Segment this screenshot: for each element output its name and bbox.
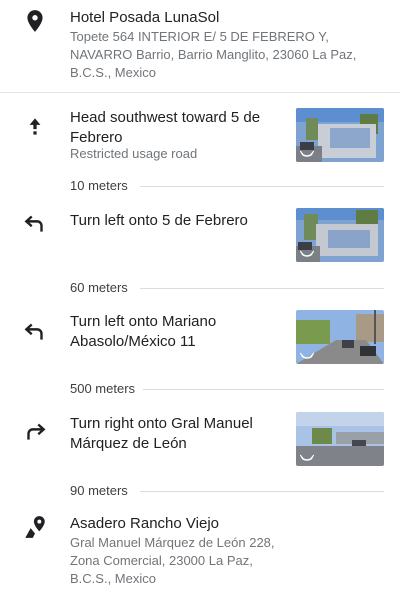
street-view-icon — [300, 352, 314, 359]
origin-item[interactable]: Hotel Posada LunaSol Topete 564 INTERIOR… — [0, 0, 400, 92]
destination-address: Gral Manuel Márquez de León 228, Zona Co… — [70, 535, 275, 586]
step-distance: 90 meters — [70, 483, 136, 499]
destination-item[interactable]: Asadero Rancho Viejo Gral Manuel Márquez… — [0, 508, 400, 598]
step-instruction: Head southwest toward 5 de Febrero — [70, 109, 261, 146]
street-view-thumbnail[interactable] — [296, 208, 384, 262]
street-view-icon — [300, 454, 314, 461]
step-instruction: Turn right onto Gral Manuel Márquez de L… — [70, 415, 253, 452]
turn-left-icon — [24, 323, 43, 340]
direction-step[interactable]: Turn left onto Mariano Abasolo/México 11 — [0, 304, 400, 376]
direction-step[interactable]: Head southwest toward 5 de Febrero Restr… — [0, 100, 400, 172]
distance-line — [140, 491, 384, 492]
distance-line — [140, 288, 384, 289]
arrow-up-icon — [29, 118, 41, 135]
direction-step[interactable]: Turn left onto 5 de Febrero — [0, 202, 400, 274]
step-instruction: Turn left onto Mariano Abasolo/México 11 — [70, 313, 217, 350]
turn-left-icon — [24, 215, 43, 232]
street-view-thumbnail[interactable] — [296, 108, 384, 162]
origin-name: Hotel Posada LunaSol — [70, 9, 220, 26]
step-note: Restricted usage road — [70, 146, 198, 161]
origin-address: Topete 564 INTERIOR E/ 5 DE FEBRERO Y, N… — [70, 29, 357, 80]
distance-line — [140, 389, 384, 390]
street-view-icon — [300, 250, 314, 257]
street-view-icon — [300, 150, 314, 157]
distance-line — [140, 186, 384, 187]
street-view-thumbnail[interactable] — [296, 412, 384, 466]
step-instruction: Turn left onto 5 de Febrero — [70, 212, 248, 229]
step-distance: 500 meters — [70, 381, 144, 397]
destination-name: Asadero Rancho Viejo — [70, 515, 219, 532]
direction-step[interactable]: Turn right onto Gral Manuel Márquez de L… — [0, 406, 400, 478]
destination-flag-icon — [25, 516, 45, 538]
street-view-thumbnail[interactable] — [296, 310, 384, 364]
step-distance: 60 meters — [70, 280, 136, 296]
step-distance: 10 meters — [70, 178, 136, 194]
location-pin-icon — [27, 10, 43, 32]
origin-divider — [0, 92, 400, 93]
turn-right-icon — [27, 423, 46, 440]
